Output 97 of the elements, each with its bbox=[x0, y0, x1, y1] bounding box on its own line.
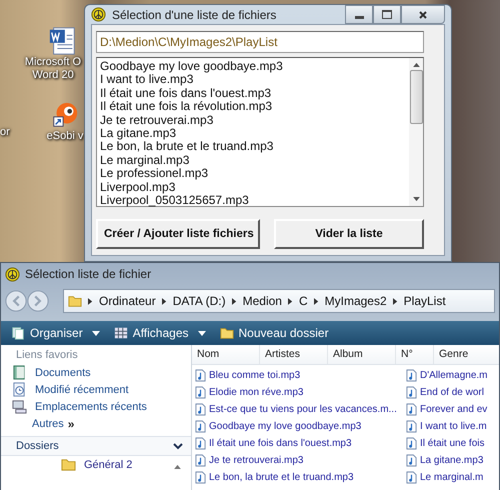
music-file-icon bbox=[195, 454, 206, 467]
file-item[interactable]: Forever and ev bbox=[420, 404, 488, 415]
file-item[interactable]: Le bon, la brute et le truand.mp3 bbox=[209, 472, 354, 483]
folder-icon bbox=[220, 326, 234, 340]
caret-icon[interactable] bbox=[92, 330, 100, 336]
scroll-up-arrow-icon[interactable] bbox=[412, 62, 420, 67]
toolbar-button[interactable]: Affichages bbox=[114, 326, 206, 340]
maximize-button[interactable] bbox=[373, 5, 401, 24]
peace-sign-icon bbox=[91, 7, 106, 22]
scrollbar[interactable] bbox=[409, 58, 423, 206]
column-header[interactable]: Artistes bbox=[260, 345, 328, 364]
music-file-icon bbox=[195, 386, 206, 399]
list-item[interactable]: Il était une fois dans l'ouest.mp3 bbox=[100, 86, 406, 100]
music-file-icon bbox=[195, 420, 206, 433]
favorite-link[interactable]: Modifié récemment bbox=[35, 384, 129, 396]
folder-item[interactable]: Général 2 bbox=[84, 458, 132, 470]
more-link[interactable]: Autres bbox=[32, 418, 64, 430]
favorite-link[interactable]: Documents bbox=[35, 366, 91, 378]
folders-header[interactable]: Dossiers bbox=[1, 436, 191, 456]
file-item[interactable]: Il était une fois dans l'ouest.mp3 bbox=[209, 438, 352, 449]
file-item[interactable]: La gitane.mp3 bbox=[420, 455, 484, 466]
breadcrumb-item[interactable]: DATA (D:) bbox=[172, 294, 226, 308]
path-field[interactable]: D:\Medion\C\MyImages2\PlayList bbox=[96, 31, 424, 53]
caret-icon bbox=[288, 298, 293, 304]
desktop-icon-label: Word 20 bbox=[32, 69, 74, 82]
list-item[interactable]: La gitane.mp3 bbox=[100, 127, 406, 140]
music-file-icon bbox=[195, 471, 206, 484]
file-item[interactable]: Goodbaye my love goodbaye.mp3 bbox=[209, 421, 362, 432]
minimize-button[interactable] bbox=[345, 5, 373, 24]
breadcrumb-item[interactable]: C bbox=[298, 294, 308, 308]
music-file-icon bbox=[406, 471, 417, 484]
pages-icon bbox=[11, 326, 25, 340]
file-item[interactable]: I want to live.m bbox=[420, 421, 487, 432]
music-file-icon bbox=[406, 454, 417, 467]
music-file-icon bbox=[406, 403, 417, 416]
list-item[interactable]: Il était une fois la révolution.mp3 bbox=[100, 100, 406, 114]
double-chevron-icon: » bbox=[68, 416, 74, 430]
list-item[interactable]: Le marginal.mp3 bbox=[100, 154, 406, 168]
window-title: Sélection liste de fichier bbox=[25, 267, 152, 281]
file-item[interactable]: D'Allemagne.m bbox=[420, 370, 488, 381]
caret-icon bbox=[232, 298, 237, 304]
list-item[interactable]: Liverpool.mp3 bbox=[100, 180, 406, 194]
column-header[interactable]: Genre bbox=[434, 345, 484, 364]
desktop-icon-label: or bbox=[0, 126, 10, 139]
peace-sign-icon bbox=[5, 266, 20, 282]
computer-icon bbox=[12, 399, 27, 414]
file-item[interactable]: Elodie mon réve.mp3 bbox=[209, 387, 304, 398]
folder-icon bbox=[68, 294, 82, 308]
breadcrumb-item[interactable]: MyImages2 bbox=[324, 294, 387, 308]
book-icon bbox=[12, 365, 27, 380]
close-button[interactable] bbox=[401, 5, 445, 24]
music-file-icon bbox=[195, 437, 206, 450]
action-button[interactable]: Créer / Ajouter liste fichiers bbox=[96, 219, 260, 249]
scroll-down-arrow-icon[interactable] bbox=[412, 197, 420, 202]
file-item[interactable]: Je te retrouverai.mp3 bbox=[209, 455, 304, 466]
list-item[interactable]: Je te retrouverai.mp3 bbox=[100, 114, 406, 128]
favorite-link[interactable]: Emplacements récents bbox=[35, 400, 147, 412]
toolbar-button[interactable]: Organiser bbox=[11, 326, 100, 340]
breadcrumb-item[interactable]: PlayList bbox=[404, 294, 446, 308]
document-clock-icon bbox=[12, 382, 27, 397]
column-header[interactable]: N° bbox=[396, 345, 434, 364]
list-item[interactable]: Le professionel.mp3 bbox=[100, 167, 406, 181]
list-item[interactable]: Goodbaye my love goodbaye.mp3 bbox=[100, 60, 406, 74]
caret-icon[interactable] bbox=[198, 330, 206, 336]
caret-icon bbox=[314, 298, 319, 304]
window-title: Sélection d'une liste de fichiers bbox=[112, 8, 276, 22]
music-file-icon bbox=[195, 403, 206, 416]
list-item[interactable]: I want to live.mp3 bbox=[100, 73, 406, 87]
music-file-icon bbox=[406, 386, 417, 399]
desktop-icon-label: Microsoft O bbox=[24, 56, 82, 69]
close-icon bbox=[418, 10, 428, 20]
toolbar-button[interactable]: Nouveau dossier bbox=[220, 326, 329, 340]
chevron-down-icon bbox=[173, 442, 183, 450]
address-bar[interactable]: Ordinateur DATA (D:) Medion C MyImages2 PlayList bbox=[63, 289, 495, 313]
caret-icon bbox=[88, 298, 93, 304]
file-item[interactable]: Bleu comme toi.mp3 bbox=[209, 370, 300, 381]
breadcrumb-item[interactable]: Medion bbox=[242, 294, 282, 308]
file-item[interactable]: End of de worl bbox=[420, 387, 484, 398]
desktop-icon-label: eSobi v bbox=[46, 130, 84, 143]
list-item[interactable]: Liverpool_0503125657.mp3 bbox=[100, 194, 406, 208]
music-file-icon bbox=[406, 420, 417, 433]
action-button[interactable]: Vider la liste bbox=[274, 219, 424, 249]
list-item[interactable]: Le bon, la brute et le truand.mp3 bbox=[100, 140, 406, 154]
scroll-up-arrow-icon[interactable] bbox=[174, 464, 181, 469]
caret-icon bbox=[392, 298, 398, 304]
file-item[interactable]: Est-ce que tu viens pour les vacances.m... bbox=[209, 404, 397, 415]
section-heading: Liens favoris bbox=[15, 349, 79, 361]
file-item[interactable]: Il était une fois bbox=[420, 438, 484, 449]
music-file-icon bbox=[406, 369, 417, 382]
caret-icon bbox=[162, 298, 167, 304]
breadcrumb-item[interactable]: Ordinateur bbox=[99, 294, 156, 308]
column-header[interactable]: Album bbox=[328, 345, 396, 364]
file-item[interactable]: Le marginal.m bbox=[420, 472, 484, 483]
music-file-icon bbox=[195, 369, 206, 382]
column-header[interactable]: Nom bbox=[192, 345, 260, 364]
music-file-icon bbox=[406, 437, 417, 450]
grid-icon bbox=[114, 326, 128, 340]
